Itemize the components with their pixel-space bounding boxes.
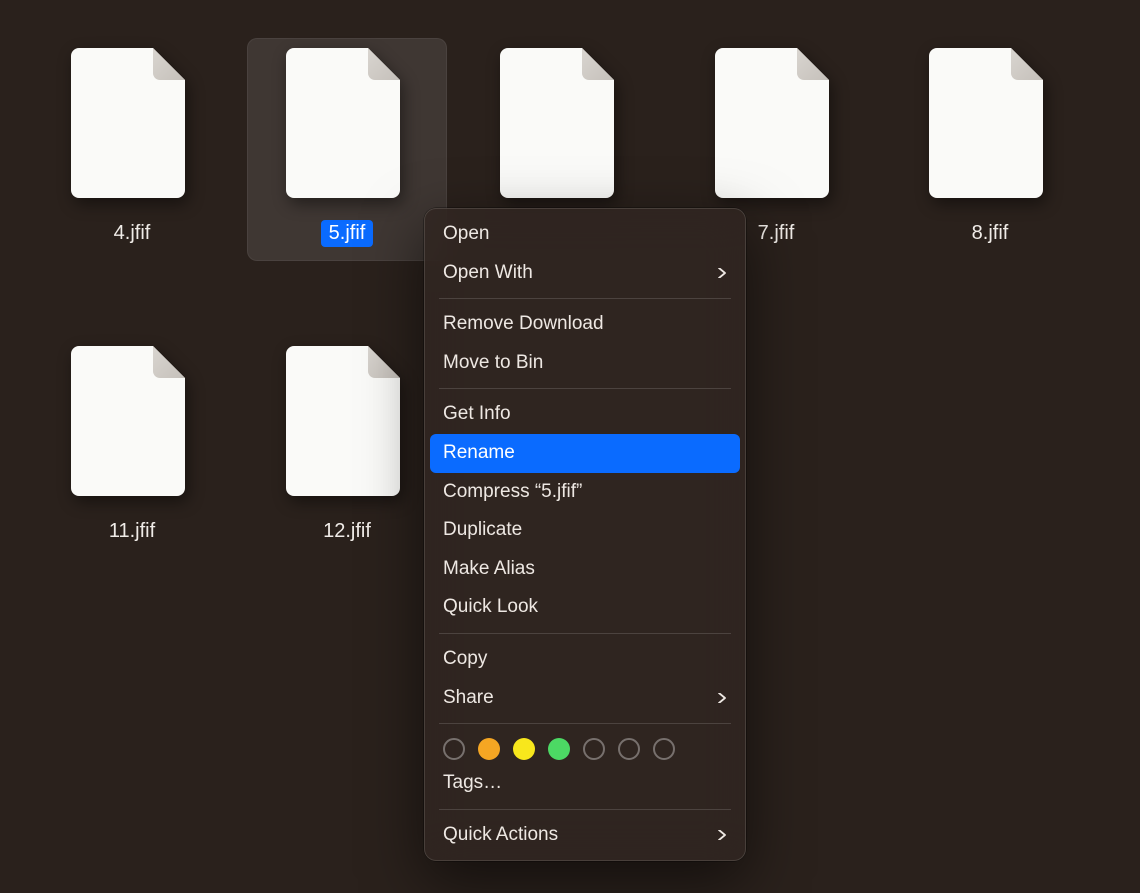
file-label: 4.jfif bbox=[106, 220, 159, 247]
menu-item[interactable]: Open bbox=[425, 215, 745, 254]
file-item[interactable] bbox=[461, 38, 661, 212]
tag-color[interactable] bbox=[443, 738, 465, 760]
menu-item-label: Open bbox=[443, 221, 489, 248]
menu-item-label: Duplicate bbox=[443, 517, 522, 544]
menu-item[interactable]: Rename bbox=[430, 434, 740, 473]
menu-item[interactable]: Copy bbox=[425, 640, 745, 679]
file-item[interactable]: 5.jfif bbox=[247, 38, 447, 261]
file-label: 7.jfif bbox=[750, 220, 803, 247]
menu-item-label: Copy bbox=[443, 646, 487, 673]
menu-item-label: Rename bbox=[443, 440, 515, 467]
file-icon bbox=[71, 48, 193, 198]
chevron-right-icon bbox=[717, 693, 727, 703]
tag-color[interactable] bbox=[548, 738, 570, 760]
menu-item-label: Remove Download bbox=[443, 311, 604, 338]
menu-separator bbox=[439, 388, 731, 389]
menu-separator bbox=[439, 298, 731, 299]
file-label: 8.jfif bbox=[964, 220, 1017, 247]
menu-item-label: Get Info bbox=[443, 401, 511, 428]
menu-item[interactable]: Quick Look bbox=[425, 588, 745, 627]
file-icon bbox=[286, 48, 408, 198]
menu-item[interactable]: Open With bbox=[425, 254, 745, 293]
desktop[interactable]: 4.jfif 5.jfif 7.jfif 8.jfif bbox=[0, 0, 1140, 893]
file-icon bbox=[500, 48, 622, 198]
menu-item[interactable]: Compress “5.jfif” bbox=[425, 473, 745, 512]
menu-item-quick-actions[interactable]: Quick Actions bbox=[425, 816, 745, 855]
menu-item-label: Open With bbox=[443, 260, 533, 287]
file-icon bbox=[929, 48, 1051, 198]
menu-item-tags[interactable]: Tags… bbox=[425, 764, 745, 803]
tag-color-row bbox=[425, 730, 745, 764]
tag-color[interactable] bbox=[583, 738, 605, 760]
file-icon bbox=[715, 48, 837, 198]
menu-item[interactable]: Share bbox=[425, 679, 745, 718]
file-item[interactable]: 8.jfif bbox=[890, 38, 1090, 261]
menu-item[interactable]: Move to Bin bbox=[425, 344, 745, 383]
menu-separator bbox=[439, 723, 731, 724]
menu-item-label: Share bbox=[443, 685, 494, 712]
menu-item[interactable]: Remove Download bbox=[425, 305, 745, 344]
file-item[interactable]: 11.jfif bbox=[32, 336, 232, 559]
file-item[interactable]: 12.jfif bbox=[247, 336, 447, 559]
menu-item-label: Compress “5.jfif” bbox=[443, 479, 582, 506]
menu-item-label: Quick Actions bbox=[443, 822, 558, 849]
file-item[interactable]: 4.jfif bbox=[32, 38, 232, 261]
menu-item-label: Make Alias bbox=[443, 556, 535, 583]
file-label: 11.jfif bbox=[101, 518, 163, 545]
file-icon bbox=[286, 346, 408, 496]
tag-color[interactable] bbox=[653, 738, 675, 760]
chevron-right-icon bbox=[717, 830, 727, 840]
menu-item-label: Move to Bin bbox=[443, 350, 543, 377]
menu-separator bbox=[439, 633, 731, 634]
file-label: 5.jfif bbox=[321, 220, 374, 247]
tag-color[interactable] bbox=[513, 738, 535, 760]
menu-item[interactable]: Make Alias bbox=[425, 550, 745, 589]
tag-color[interactable] bbox=[618, 738, 640, 760]
tag-color[interactable] bbox=[478, 738, 500, 760]
chevron-right-icon bbox=[717, 268, 727, 278]
menu-item-label: Quick Look bbox=[443, 594, 538, 621]
file-icon bbox=[71, 346, 193, 496]
menu-separator bbox=[439, 809, 731, 810]
file-label: 12.jfif bbox=[315, 518, 379, 545]
context-menu[interactable]: Open Open With Remove Download Move to Bin G… bbox=[424, 208, 746, 861]
menu-item[interactable]: Get Info bbox=[425, 395, 745, 434]
menu-item[interactable]: Duplicate bbox=[425, 511, 745, 550]
menu-item-label: Tags… bbox=[443, 770, 502, 797]
